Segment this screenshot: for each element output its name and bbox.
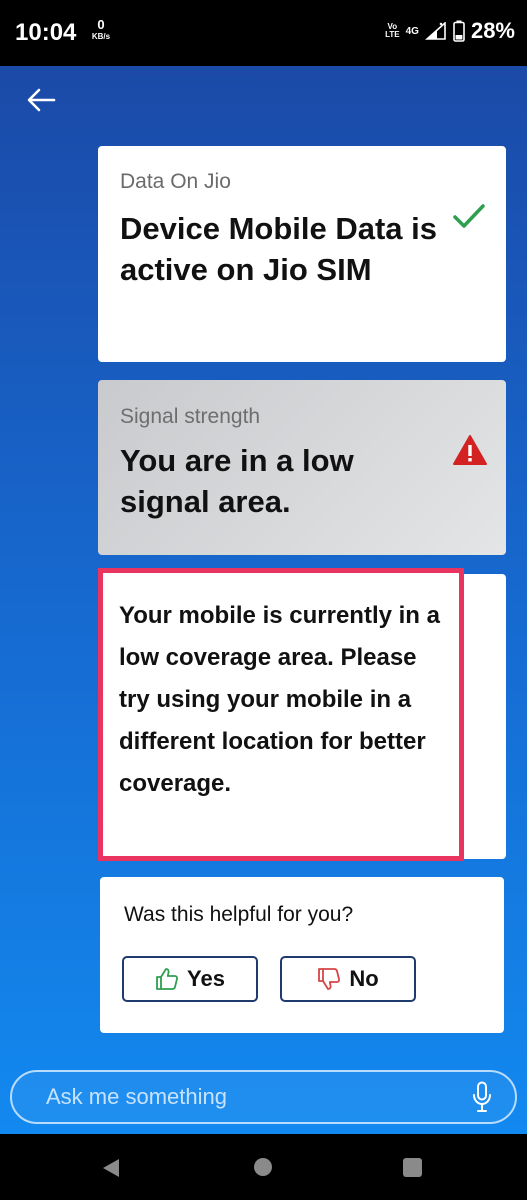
ask-input[interactable]: [46, 1072, 446, 1122]
thumbs-up-icon: [156, 968, 179, 990]
network-speed-unit: KB/s: [91, 32, 111, 41]
volte-indicator: Vo LTE: [385, 23, 400, 39]
message-highlight-box: Your mobile is currently in a low covera…: [98, 568, 464, 861]
status-icons: Vo LTE 4G 28%: [385, 18, 515, 44]
status-bar: 10:04 0 KB/s Vo LTE 4G 28%: [0, 0, 527, 66]
data-card-label: Data On Jio: [120, 170, 231, 193]
feedback-card: Was this helpful for you? Yes No: [100, 877, 504, 1033]
volte-bottom: LTE: [385, 30, 400, 39]
check-icon: [453, 204, 485, 228]
yes-label: Yes: [187, 966, 225, 991]
ask-bar[interactable]: [10, 1070, 517, 1124]
nav-back-icon[interactable]: [100, 1157, 122, 1179]
no-button[interactable]: No: [280, 956, 416, 1002]
network-speed-value: 0: [97, 17, 105, 32]
battery-percent: 28%: [470, 18, 515, 43]
thumbs-down-icon: [318, 968, 341, 990]
data-on-jio-card: Data On Jio Device Mobile Data is active…: [98, 146, 506, 362]
feedback-question: Was this helpful for you?: [124, 903, 354, 926]
network-speed: 0 KB/s: [88, 18, 114, 41]
nav-recents-icon[interactable]: [403, 1158, 422, 1177]
data-card-title: Device Mobile Data is active on Jio SIM: [120, 211, 438, 287]
signal-strength-card: Signal strength You are in a low signal …: [98, 380, 506, 555]
back-arrow-icon[interactable]: [24, 82, 60, 118]
yes-button[interactable]: Yes: [122, 956, 258, 1002]
signal-card-title: You are in a low signal area.: [120, 443, 354, 519]
network-type: 4G: [405, 25, 419, 37]
signal-icon: [424, 22, 446, 40]
mic-icon[interactable]: [471, 1081, 493, 1113]
nav-home-icon[interactable]: [254, 1158, 272, 1176]
system-nav-bar: [0, 1134, 527, 1200]
no-label: No: [349, 966, 379, 991]
main-content: Data On Jio Device Mobile Data is active…: [0, 66, 527, 1134]
coverage-message: Your mobile is currently in a low covera…: [119, 602, 440, 797]
signal-card-label: Signal strength: [120, 405, 261, 428]
battery-icon: [453, 20, 465, 42]
warning-icon: [453, 435, 487, 465]
status-time: 10:04: [15, 19, 77, 46]
